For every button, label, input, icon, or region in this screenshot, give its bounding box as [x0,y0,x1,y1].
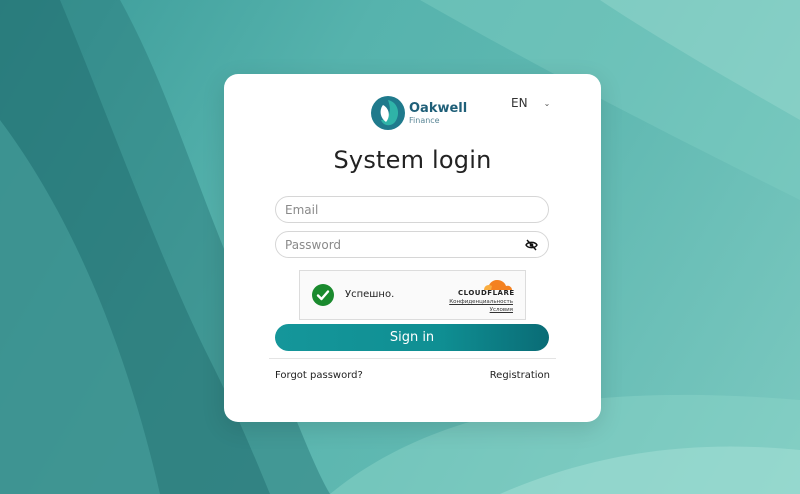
login-card: Oakwell Finance EN ⌄ System login Успешн… [224,74,601,422]
registration-link[interactable]: Registration [490,370,550,381]
success-check-icon [312,284,334,306]
language-label: EN [511,96,528,110]
password-field[interactable] [275,231,549,258]
brand-name: Oakwell [409,100,468,116]
forgot-password-link[interactable]: Forgot password? [275,370,363,381]
password-input[interactable] [285,237,515,252]
captcha-terms-link[interactable]: Условия [490,307,513,313]
brand-logo: Oakwell Finance [371,96,467,130]
chevron-down-icon: ⌄ [543,98,551,108]
email-field[interactable] [275,196,549,223]
brand-subtitle: Finance [409,115,440,125]
cloudflare-wordmark: CLOUDFLARE [458,289,515,297]
language-selector[interactable]: EN ⌄ [511,96,550,110]
divider [269,358,556,359]
captcha-privacy-link[interactable]: Конфиденциальность [449,299,513,305]
captcha-status: Успешно. [345,289,395,300]
email-input[interactable] [285,202,515,217]
page-title: System login [333,146,492,174]
eye-slash-icon[interactable] [525,239,538,251]
captcha-widget[interactable]: Успешно. CLOUDFLARE Конфиденциальность У… [299,270,526,320]
oakwell-logo-icon [371,96,405,130]
sign-in-button[interactable]: Sign in [275,324,549,351]
